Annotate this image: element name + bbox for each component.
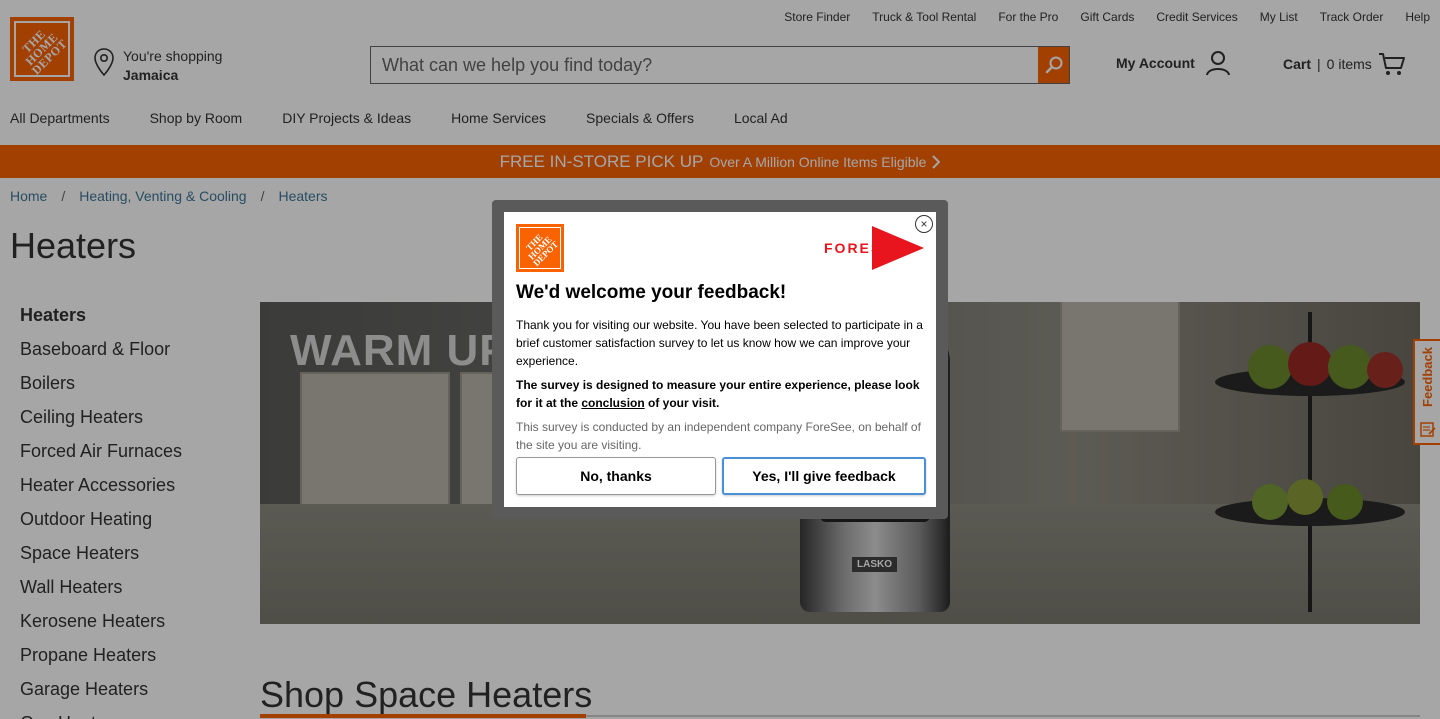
conclusion-text: conclusion xyxy=(581,396,645,410)
modal-disclaimer: This survey is conducted by an independe… xyxy=(516,420,921,452)
modal-home-depot-logo: THE HOME DEPOT xyxy=(516,224,564,272)
modal-intro-text: Thank you for visiting our website. You … xyxy=(516,318,923,368)
modal-logo-text: THE HOME DEPOT xyxy=(524,232,561,269)
decline-button[interactable]: No, thanks xyxy=(516,457,716,495)
foresee-logo: FORESEE xyxy=(824,226,924,270)
modal-actions: No, thanks Yes, I'll give feedback xyxy=(516,457,926,495)
foresee-logo-text: FORESEE xyxy=(824,240,905,256)
modal-survey-text: The survey is designed to measure your e… xyxy=(516,378,920,410)
feedback-survey-modal: × THE HOME DEPOT FORESEE We'd welcome yo… xyxy=(504,212,936,507)
modal-title: We'd welcome your feedback! xyxy=(516,282,787,303)
accept-feedback-button[interactable]: Yes, I'll give feedback xyxy=(722,457,926,495)
